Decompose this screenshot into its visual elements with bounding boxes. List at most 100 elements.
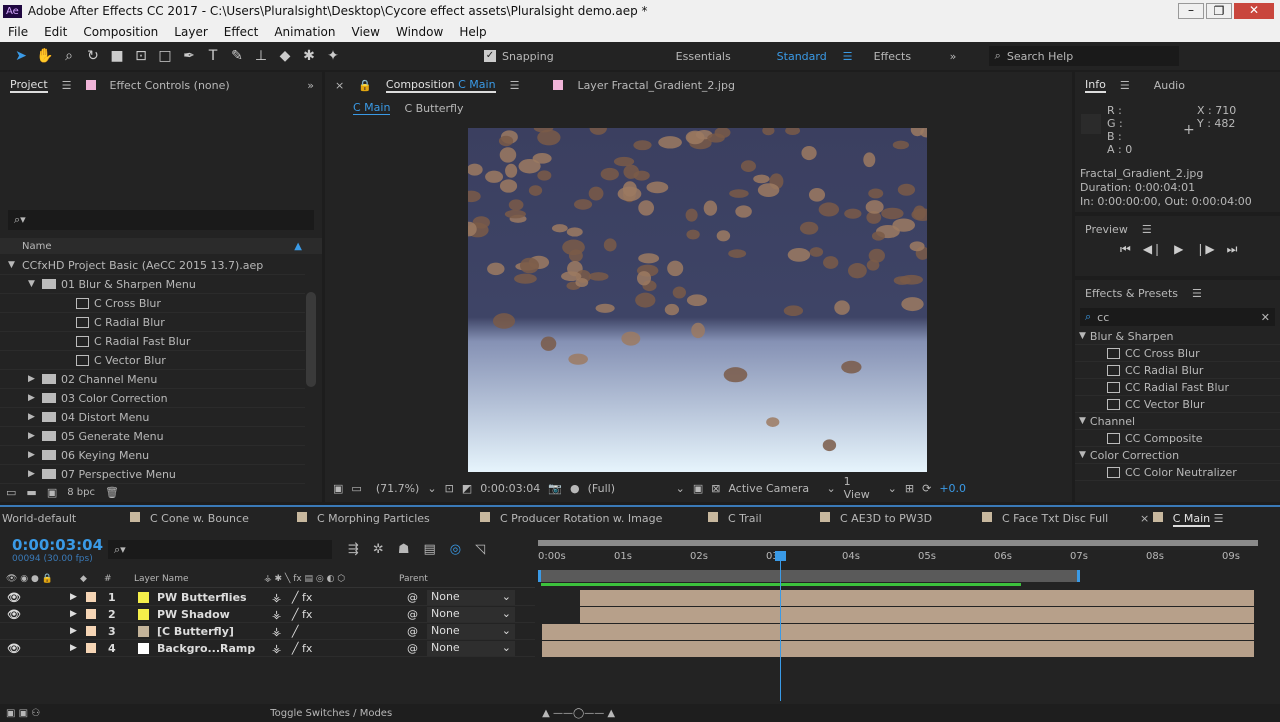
collapse-icon[interactable]: ▼ <box>1079 450 1086 460</box>
pickwhip-icon[interactable]: @ <box>407 608 427 621</box>
expand-icon[interactable]: ▶ <box>28 412 42 422</box>
close-button[interactable]: ✕ <box>1234 3 1274 19</box>
parent-dropdown[interactable]: None ⌄ <box>427 589 515 605</box>
effect-category[interactable]: ▼ Channel <box>1075 413 1280 430</box>
close-tab-icon[interactable]: × <box>335 79 344 92</box>
roto-brush-tool-icon[interactable]: ✱ <box>300 47 318 65</box>
project-item[interactable]: C Radial Fast Blur <box>0 332 305 351</box>
new-folder-icon[interactable]: ▬ <box>26 486 36 499</box>
panel-menu-icon[interactable]: ☰ <box>1120 79 1130 92</box>
layer-name[interactable]: Backgro...Ramp <box>157 642 272 655</box>
effect-category[interactable]: ▼ Color Correction <box>1075 447 1280 464</box>
visibility-icon[interactable]: 👁 <box>0 591 70 604</box>
bpc-label[interactable]: 8 bpc <box>67 487 95 498</box>
next-frame-icon[interactable]: ❘▶ <box>1195 242 1214 257</box>
brush-tool-icon[interactable]: ✎ <box>228 47 246 65</box>
show-channel-icon[interactable]: ● <box>570 482 580 495</box>
menu-view[interactable]: View <box>344 25 388 39</box>
visibility-icon[interactable]: 👁 <box>0 642 70 655</box>
timeline-tab[interactable]: C Cone w. Bounce <box>130 512 249 525</box>
panel-menu-icon[interactable]: ☰ <box>1142 223 1152 236</box>
panel-menu-icon[interactable]: ☰ <box>510 79 520 92</box>
project-item[interactable]: C Cross Blur <box>0 294 305 313</box>
layer-row[interactable]: 👁 ▶ 4 Backgro...Ramp ⚶ ╱ fx @ None ⌄ <box>0 640 535 657</box>
timeline-tab[interactable]: World-default <box>2 512 76 525</box>
camera-tool-icon[interactable]: ■ <box>108 47 126 65</box>
project-search-input[interactable]: ⌕▾ <box>8 210 314 230</box>
last-frame-icon[interactable]: ⏭ <box>1227 242 1238 257</box>
effect-item[interactable]: CC Radial Fast Blur <box>1075 379 1280 396</box>
effect-item[interactable]: CC Cross Blur <box>1075 345 1280 362</box>
layer-row[interactable]: 👁 ▶ 2 PW Shadow ⚶ ╱ fx @ None ⌄ <box>0 606 535 623</box>
more-workspaces-icon[interactable]: » <box>950 50 975 63</box>
work-area-bar[interactable] <box>538 570 1080 582</box>
effect-item[interactable]: CC Composite <box>1075 430 1280 447</box>
expand-icon[interactable]: ▶ <box>28 450 42 460</box>
label-color[interactable] <box>86 609 96 619</box>
sort-icon[interactable]: ▲ <box>294 241 322 252</box>
resolution-dropdown[interactable]: (Full) <box>588 482 668 495</box>
project-scrollbar[interactable] <box>306 292 316 387</box>
playhead[interactable] <box>780 551 781 701</box>
layer-switches[interactable]: ⚶ ╱ fx <box>272 591 407 604</box>
playhead-handle[interactable] <box>775 551 786 561</box>
rotate-tool-icon[interactable]: ↻ <box>84 47 102 65</box>
project-item[interactable]: ▶ 04 Distort Menu <box>0 408 305 427</box>
graph-editor-icon[interactable]: ◹ <box>475 542 485 557</box>
project-item[interactable]: ▶ 03 Color Correction <box>0 389 305 408</box>
menu-file[interactable]: File <box>0 25 36 39</box>
layer-name[interactable]: PW Butterflies <box>157 591 272 604</box>
layer-name[interactable]: PW Shadow <box>157 608 272 621</box>
expand-icon[interactable]: ▶ <box>28 431 42 441</box>
motion-blur-icon[interactable]: ◎ <box>450 542 461 557</box>
snapping-checkbox[interactable]: ✓ <box>484 50 496 62</box>
project-item[interactable]: ▶ 05 Generate Menu <box>0 427 305 446</box>
label-color[interactable] <box>86 592 96 602</box>
zoom-slider[interactable]: ▲ ——◯—— ▲ <box>542 708 615 719</box>
timeline-timecode[interactable]: 0:00:03:04 <box>12 536 103 554</box>
trash-icon[interactable]: 🗑 <box>105 486 119 499</box>
tab-info[interactable]: Info <box>1085 78 1106 93</box>
lock-icon[interactable]: 🔒 <box>358 79 372 92</box>
expand-icon[interactable]: ▶ <box>28 393 42 403</box>
expand-icon[interactable]: ▶ <box>70 626 86 636</box>
tab-project[interactable]: Project <box>10 78 48 93</box>
search-help-field[interactable]: ⌕ Search Help <box>988 46 1179 66</box>
workspace-standard[interactable]: Standard <box>777 50 837 63</box>
timeline-tab[interactable]: C Trail <box>708 512 762 525</box>
menu-window[interactable]: Window <box>388 25 451 39</box>
draft-3d-icon[interactable]: ✲ <box>373 542 384 557</box>
layer-row[interactable]: 👁 ▶ 1 PW Butterflies ⚶ ╱ fx @ None ⌄ <box>0 589 535 606</box>
prev-frame-icon[interactable]: ◀❘ <box>1143 242 1162 257</box>
column-layer-name[interactable]: Layer Name <box>134 574 264 584</box>
clone-stamp-tool-icon[interactable]: ⊥ <box>252 47 270 65</box>
layer-row[interactable]: ▶ 3 [C Butterfly] ⚶ ╱ @ None ⌄ <box>0 623 535 640</box>
label-color[interactable] <box>86 626 96 636</box>
pickwhip-icon[interactable]: @ <box>407 625 427 638</box>
expand-icon[interactable]: ▶ <box>28 374 42 384</box>
camera-dropdown[interactable]: Active Camera <box>728 482 818 495</box>
layer-duration-bar[interactable] <box>542 624 1254 640</box>
composition-canvas[interactable] <box>468 128 927 472</box>
project-item[interactable]: C Radial Blur <box>0 313 305 332</box>
grid-icon[interactable]: ⊠ <box>711 482 720 495</box>
pickwhip-icon[interactable]: @ <box>407 591 427 604</box>
project-item[interactable]: C Vector Blur <box>0 351 305 370</box>
layer-duration-bar[interactable] <box>580 607 1254 623</box>
layer-switches[interactable]: ⚶ ╱ <box>272 625 407 638</box>
effect-item[interactable]: CC Vector Blur <box>1075 396 1280 413</box>
maximize-button[interactable]: ❐ <box>1206 3 1232 19</box>
pickwhip-icon[interactable]: @ <box>407 642 427 655</box>
tab-effect-controls[interactable]: Effect Controls (none) <box>110 79 230 92</box>
reset-exposure-icon[interactable]: ⟳ <box>922 482 931 495</box>
puppet-tool-icon[interactable]: ✦ <box>324 47 342 65</box>
views-dropdown[interactable]: 1 View <box>844 475 880 501</box>
frame-blending-icon[interactable]: ▤ <box>423 542 435 557</box>
timeline-tab[interactable]: × C Main ☰ <box>1140 512 1224 527</box>
collapse-icon[interactable]: ▼ <box>1079 331 1086 341</box>
project-item[interactable]: ▶ 02 Channel Menu <box>0 370 305 389</box>
fast-preview-icon[interactable]: ▣ <box>693 482 703 495</box>
layer-name[interactable]: [C Butterfly] <box>157 625 272 638</box>
current-time[interactable]: 0:00:03:04 <box>480 482 540 495</box>
transparency-grid-icon[interactable]: ◩ <box>462 482 472 495</box>
